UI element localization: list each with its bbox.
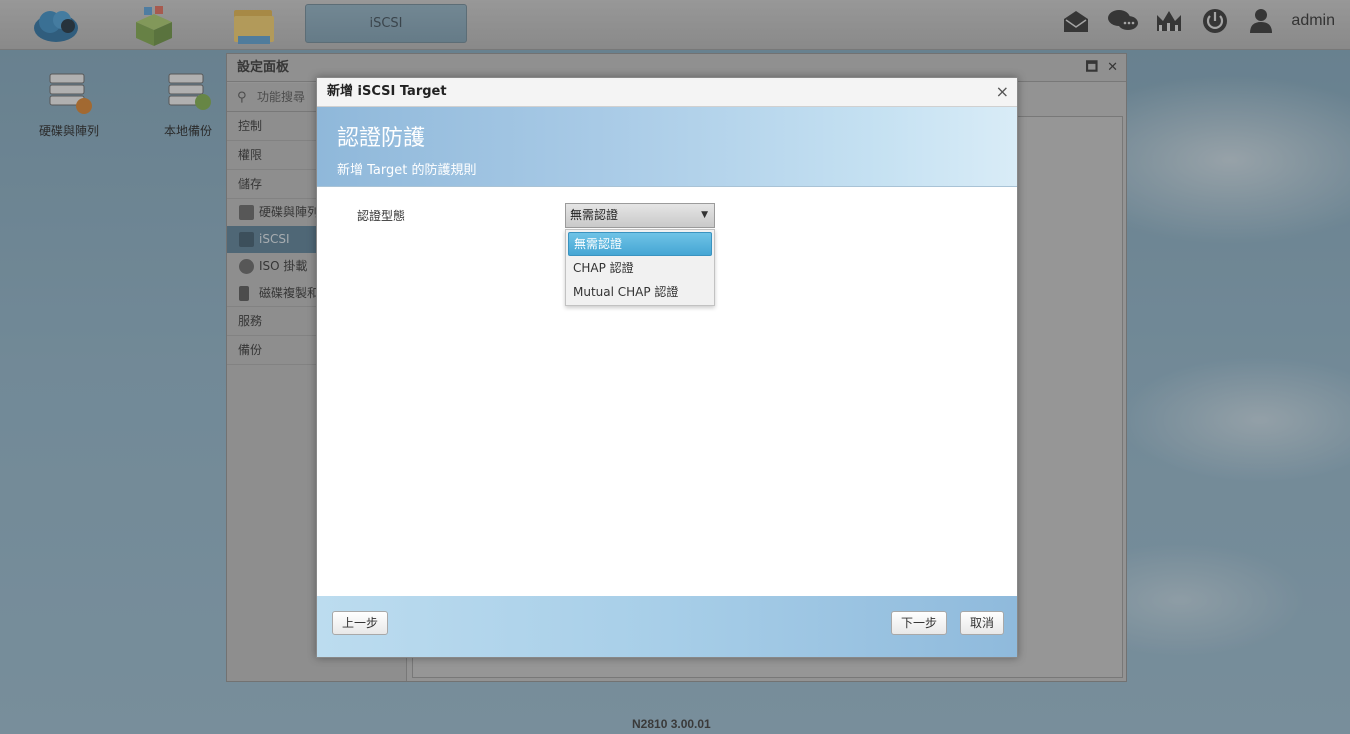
step-subtitle: 新增 Target 的防護規則 [337,163,477,178]
dialog-title: 新增 iSCSI Target [327,84,447,99]
auth-type-select[interactable]: 無需認證 ▼ [565,203,715,228]
option-mutual-chap[interactable]: Mutual CHAP 認證 [568,280,712,304]
dialog-body: 認證型態 無需認證 ▼ 無需認證 CHAP 認證 Mutual CHAP 認證 [317,187,1017,597]
option-chap[interactable]: CHAP 認證 [568,256,712,280]
auth-type-dropdown: 無需認證 CHAP 認證 Mutual CHAP 認證 [565,229,715,306]
close-icon[interactable]: × [996,78,1009,106]
cancel-button[interactable]: 取消 [960,611,1005,635]
auth-type-label: 認證型態 [357,209,406,223]
prev-button[interactable]: 上一步 [332,611,389,635]
auth-type-value: 無需認證 [570,208,619,222]
dialog-titlebar: 新增 iSCSI Target × [317,78,1017,107]
new-iscsi-target-dialog: 新增 iSCSI Target × 認證防護 新增 Target 的防護規則 認… [316,77,1018,658]
option-no-auth[interactable]: 無需認證 [568,232,712,256]
dialog-footer: 上一步 下一步 取消 [317,596,1017,657]
next-button[interactable]: 下一步 [891,611,948,635]
dialog-header: 認證防護 新增 Target 的防護規則 [317,107,1017,187]
chevron-down-icon: ▼ [701,210,708,220]
step-title: 認證防護 [337,126,426,151]
